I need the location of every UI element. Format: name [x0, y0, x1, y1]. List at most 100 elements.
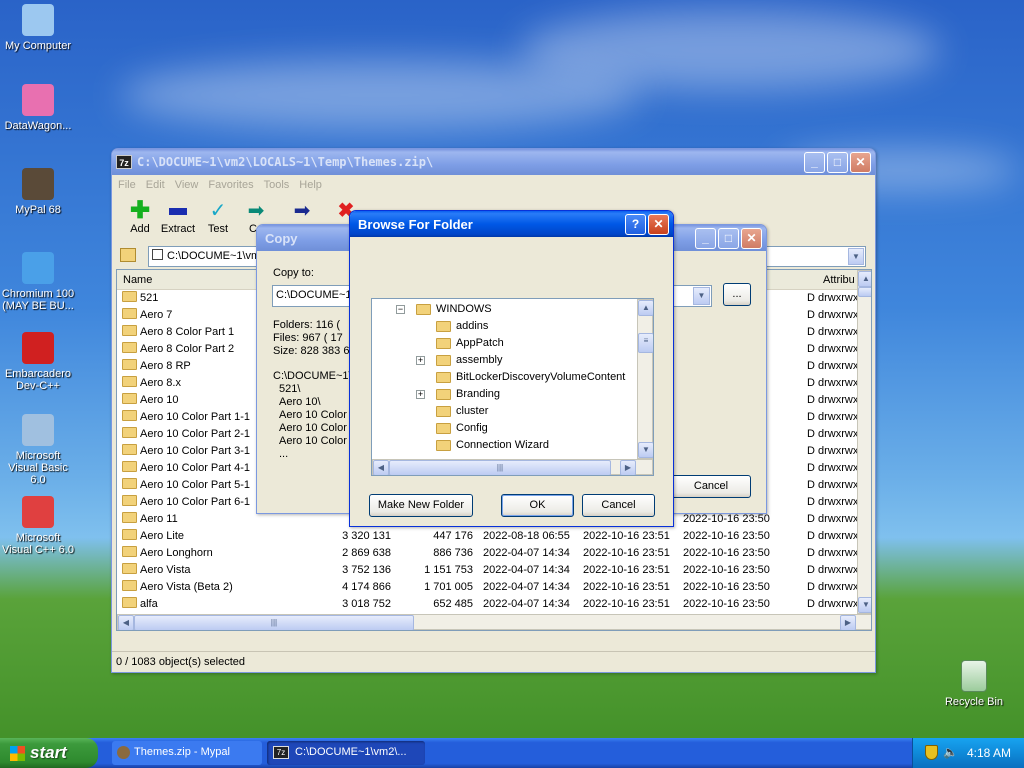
menu-bar: File Edit View Favorites Tools Help [112, 175, 875, 195]
address-dropdown-button[interactable]: ▼ [848, 248, 864, 265]
horizontal-scrollbar[interactable]: ◀ ||| ▶ [117, 614, 871, 630]
copy-arrow-icon: ➡ [247, 200, 265, 222]
row-created: 2022-10-16 23:51 [583, 530, 670, 542]
table-row[interactable]: Aero Vista (Beta 2) 4 174 866 1 701 005 202… [117, 579, 858, 596]
ok-button[interactable]: OK [501, 494, 574, 517]
row-packed: 652 485 [433, 598, 473, 610]
up-folder-icon[interactable] [120, 248, 136, 262]
task-7zip-label: C:\DOCUME~1\vm2\... [295, 746, 407, 758]
maximize-button[interactable]: □ [827, 151, 848, 173]
browse-button[interactable]: ... [723, 283, 751, 306]
add-button[interactable]: ✚ Add [122, 197, 158, 236]
tree-expander-icon[interactable]: − [396, 305, 405, 314]
recycle-bin-image [961, 660, 987, 692]
menu-tools[interactable]: Tools [264, 179, 290, 191]
tree-item-label: Connection Wizard [456, 439, 549, 451]
task-7zip[interactable]: 7z C:\DOCUME~1\vm2\... [267, 741, 425, 765]
tree-items: − WINDOWS addins AppPatch + assembly BitLocker… [372, 299, 637, 459]
copy-maximize-button[interactable]: □ [718, 227, 739, 249]
tree-scroll-up-button[interactable]: ▲ [638, 300, 653, 316]
copy-cancel-button[interactable]: Cancel [671, 475, 751, 498]
clock[interactable]: 4:18 AM [967, 746, 1011, 760]
tree-expander-icon[interactable]: + [416, 390, 425, 399]
tree-scroll-down-button[interactable]: ▼ [638, 442, 653, 458]
add-label: Add [130, 223, 150, 235]
close-button[interactable]: ✕ [850, 151, 871, 173]
tree-expander-icon[interactable]: + [416, 356, 425, 365]
desktop-icon[interactable]: Chromium 100 (MAY BE BU... [0, 252, 76, 312]
scroll-left-button[interactable]: ◀ [118, 615, 134, 630]
table-row[interactable]: Aero Lite 3 320 131 447 176 2022-08-18 06:5… [117, 528, 858, 545]
scroll-down-button[interactable]: ▼ [858, 597, 871, 613]
table-row[interactable]: Aero Vista 3 752 136 1 151 753 2022-04-07 1… [117, 562, 858, 579]
tree-hscroll-thumb[interactable]: ||| [389, 460, 611, 475]
desktop-icon-label: Microsoft Visual C++ 6.0 [2, 532, 74, 556]
folder-icon [122, 529, 137, 540]
make-new-folder-button[interactable]: Make New Folder [369, 494, 473, 517]
scroll-right-button[interactable]: ▶ [840, 615, 856, 630]
menu-favorites[interactable]: Favorites [208, 179, 253, 191]
plus-icon: ✚ [129, 197, 151, 224]
folder-icon [122, 308, 137, 319]
desktop-icon-label: MyPal 68 [15, 204, 61, 216]
hscroll-thumb[interactable]: ||| [134, 615, 414, 630]
row-created: 2022-10-16 23:51 [583, 564, 670, 576]
desktop-icon[interactable]: Microsoft Visual Basic 6.0 [0, 414, 76, 486]
desktop-icon-label: Embarcadero Dev-C++ [4, 368, 72, 392]
menu-help[interactable]: Help [299, 179, 322, 191]
desktop-icon[interactable]: My Computer [0, 4, 76, 52]
row-attr: D drwxrwx [807, 411, 859, 423]
table-row[interactable]: Aero Longhorn 2 869 638 886 736 2022-04-07 … [117, 545, 858, 562]
desktop-icon[interactable]: Embarcadero Dev-C++ [0, 332, 76, 392]
scroll-up-button[interactable]: ▲ [858, 271, 871, 287]
test-button[interactable]: ✓ Test [202, 199, 234, 235]
desktop-icon[interactable]: Microsoft Visual C++ 6.0 [0, 496, 76, 556]
menu-file[interactable]: File [118, 179, 136, 191]
copy-minimize-button[interactable]: _ [695, 227, 716, 249]
folder-icon [122, 495, 137, 506]
menu-edit[interactable]: Edit [146, 179, 165, 191]
task-mypal[interactable]: Themes.zip - Mypal [112, 741, 262, 765]
table-row[interactable]: alfa 3 018 752 652 485 2022-04-07 14:34 2022… [117, 596, 858, 613]
copy-close-button[interactable]: ✕ [741, 227, 762, 249]
stat-folders: Folders: 116 ( [273, 319, 341, 331]
tree-item-label: Config [456, 422, 488, 434]
row-name: Aero 10 Color Part 1-1 [122, 409, 250, 426]
vertical-scrollbar[interactable]: ▲ ▼ [857, 270, 871, 614]
scroll-thumb[interactable] [858, 287, 871, 297]
folder-icon [122, 546, 137, 557]
speaker-icon[interactable]: 🔈 [943, 745, 958, 759]
row-modified: 2022-04-07 14:34 [483, 598, 570, 610]
recycle-bin-icon[interactable]: Recycle Bin [936, 660, 1012, 708]
desktop-icon[interactable]: MyPal 68 [0, 168, 76, 216]
move-button[interactable]: ➡ [288, 199, 316, 223]
tree-scroll-left-button[interactable]: ◀ [373, 460, 389, 475]
row-attr: D drwxrwx [807, 292, 859, 304]
browse-cancel-button[interactable]: Cancel [582, 494, 655, 517]
minimize-button[interactable]: _ [804, 151, 825, 173]
row-accessed: 2022-10-16 23:50 [683, 598, 770, 610]
browse-close-button[interactable]: ✕ [648, 213, 669, 235]
menu-view[interactable]: View [175, 179, 199, 191]
tree-horizontal-scrollbar[interactable]: ◀ ||| ▶ [372, 459, 653, 475]
desktop-icon[interactable]: DataWagon... [0, 84, 76, 132]
tree-vertical-scrollbar[interactable]: ▲ ≡ ▼ [637, 299, 653, 459]
browse-titlebar[interactable]: Browse For Folder ? ✕ [350, 211, 673, 237]
start-button[interactable]: start [0, 738, 98, 768]
folder-tree[interactable]: − WINDOWS addins AppPatch + assembly BitLocker… [371, 298, 654, 476]
tree-item-label: assembly [456, 354, 503, 366]
extract-button[interactable]: Extract [158, 199, 198, 235]
column-name[interactable]: Name [123, 274, 152, 286]
help-button[interactable]: ? [625, 213, 646, 235]
column-attributes[interactable]: Attribu [823, 274, 855, 286]
folder-icon [436, 423, 451, 434]
copy-item: Aero 10 Color F [279, 409, 357, 421]
tree-scroll-right-button[interactable]: ▶ [620, 460, 636, 475]
shield-icon[interactable] [925, 745, 938, 760]
main-titlebar[interactable]: 7z C:\DOCUME~1\vm2\LOCALS~1\Temp\Themes.… [112, 149, 875, 175]
row-size: 3 752 136 [342, 564, 391, 576]
copy-to-dropdown[interactable]: ▼ [693, 287, 710, 305]
tree-scroll-thumb[interactable]: ≡ [638, 333, 653, 353]
tree-item-label: cluster [456, 405, 489, 417]
browse-dialog[interactable]: Browse For Folder ? ✕ − WINDOWS addins AppP… [349, 210, 674, 527]
